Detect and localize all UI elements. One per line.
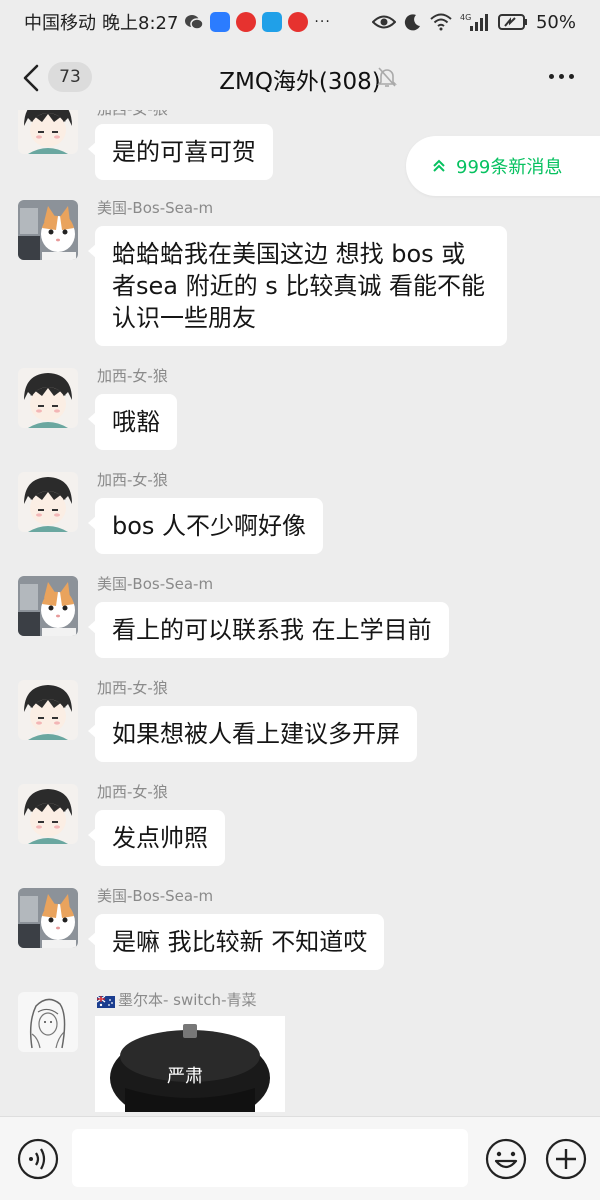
anime-boy-avatar[interactable] (18, 472, 78, 532)
sender-name: 加西-女-狼 (97, 783, 168, 801)
sender-name: 美国-Bos-Sea-m (97, 199, 214, 217)
chat-header: 73 ZMQ海外(308) (0, 44, 600, 110)
cat-avatar[interactable] (18, 200, 78, 260)
wechat-group-chat-screen: 中国移动 晚上8:27 ··· 4G 50% 73 ZMQ海外(308) 是的可… (0, 0, 600, 1200)
sender-name: 加西-女-狼 (97, 471, 168, 489)
chat-input-bar (0, 1116, 600, 1200)
sender-name: 加西-女-狼 (97, 110, 168, 119)
wechat-notification-icon (184, 13, 205, 31)
app-notification-icon (210, 12, 231, 32)
anime-boy-avatar[interactable] (18, 110, 78, 154)
message-bubble[interactable]: bos 人不少啊好像 (87, 498, 324, 554)
message-list[interactable]: 加西-女-狼 是的可喜可贺 美国-Bos-Sea-m 蛤蛤蛤我在美国这边 想找 … (0, 110, 600, 1116)
message-input[interactable] (72, 1129, 468, 1187)
sender-name: 美国-Bos-Sea-m (97, 575, 214, 593)
carrier-label: 中国移动 (24, 13, 96, 34)
sender-name-row: 墨尔本- switch-青菜 (96, 989, 257, 1010)
australia-flag-icon (96, 994, 115, 1008)
sender-name: 加西-女-狼 (97, 367, 168, 385)
more-options-icon[interactable] (549, 74, 574, 79)
message-bubble[interactable]: 是的可喜可贺 (88, 124, 273, 180)
new-messages-label: 999条新消息 (456, 157, 563, 178)
plus-icon[interactable] (544, 1137, 588, 1185)
book-app-notification-icon (262, 12, 283, 32)
message-bubble[interactable]: 是嘛 我比较新 不知道哎 (87, 914, 385, 970)
double-chevron-up-icon (432, 159, 446, 173)
sender-name: 加西-女-狼 (97, 679, 168, 697)
new-messages-button[interactable]: 999条新消息 (406, 136, 600, 196)
battery-percentage: 50% (535, 11, 576, 33)
anime-boy-avatar[interactable] (18, 368, 78, 428)
weibo-notification-icon (288, 12, 309, 32)
message-bubble[interactable]: 蛤蛤蛤我在美国这边 想找 bos 或 者sea 附近的 s 比较真诚 看能不能 … (88, 226, 507, 346)
cellular-signal-icon: 4G (460, 12, 490, 32)
sketch-girl-avatar[interactable] (18, 992, 78, 1052)
more-notifications-icon: ··· (314, 14, 331, 30)
message-line: 者sea 附近的 s 比较真诚 看能不能 (112, 272, 485, 300)
cat-avatar[interactable] (18, 576, 78, 636)
do-not-disturb-moon-icon (404, 13, 422, 31)
message-bubble[interactable]: 哦豁 (88, 394, 177, 450)
chat-title: ZMQ海外(308) (219, 69, 381, 95)
clock: 晚上8:27 (102, 13, 179, 34)
wifi-icon (430, 13, 452, 31)
mute-bell-icon (377, 66, 397, 92)
status-bar: 中国移动 晚上8:27 ··· 4G 50% (0, 0, 600, 44)
anime-boy-avatar[interactable] (18, 680, 78, 740)
sticker-image[interactable]: 严肃 (95, 1016, 285, 1112)
cat-avatar[interactable] (18, 888, 78, 948)
message-line: 蛤蛤蛤我在美国这边 想找 bos 或 (112, 240, 466, 268)
anime-boy-avatar[interactable] (18, 784, 78, 844)
message-bubble[interactable]: 发点帅照 (88, 810, 225, 866)
sender-name: 美国-Bos-Sea-m (97, 887, 214, 905)
sender-name: 墨尔本- switch-青菜 (118, 991, 257, 1009)
battery-icon (497, 13, 528, 31)
sticker-caption: 严肃 (167, 1066, 203, 1087)
message-line: 认识一些朋友 (112, 304, 256, 332)
message-bubble[interactable]: 如果想被人看上建议多开屏 (88, 706, 417, 762)
eye-comfort-icon (371, 14, 396, 30)
weibo-notification-icon (236, 12, 257, 32)
voice-input-icon[interactable] (16, 1137, 60, 1185)
message-bubble[interactable]: 看上的可以联系我 在上学目前 (88, 602, 449, 658)
network-type-label: 4G (460, 13, 471, 22)
emoji-icon[interactable] (484, 1137, 528, 1185)
